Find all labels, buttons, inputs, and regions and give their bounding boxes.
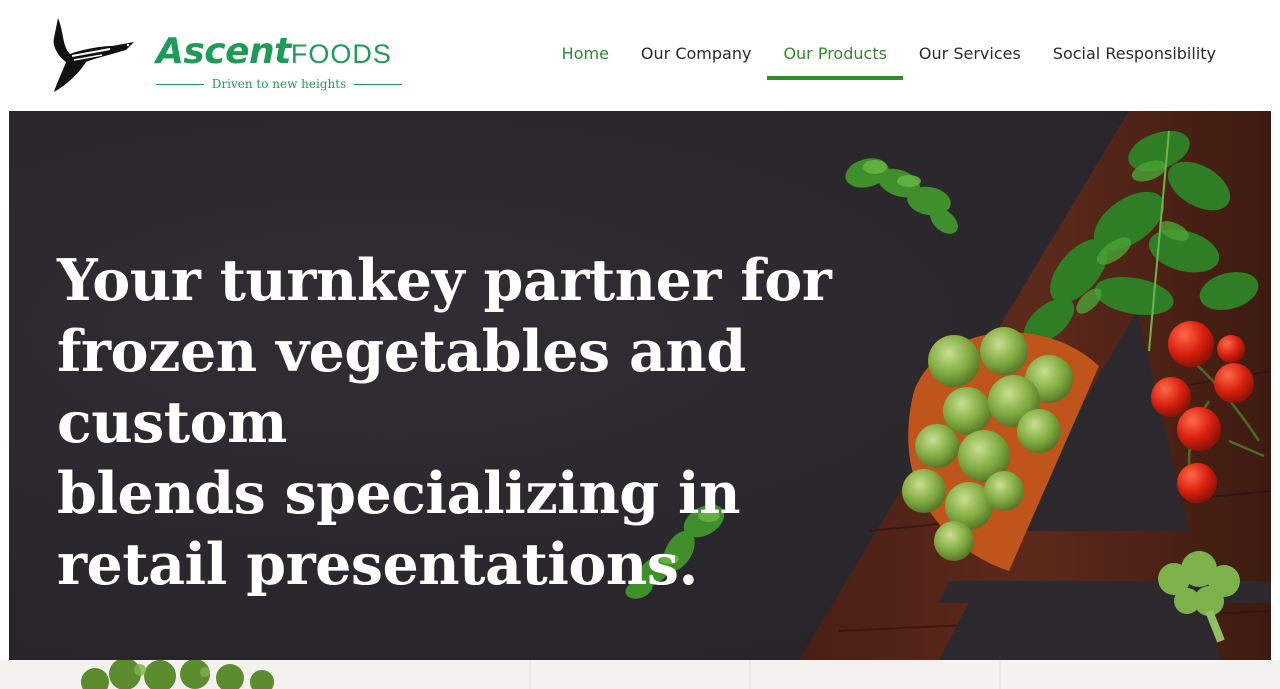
logo-tagline-row: Driven to new heights bbox=[156, 76, 402, 92]
hero-headline-line: Your turnkey partner for bbox=[57, 247, 832, 314]
hero-headline-line: retail presentations. bbox=[57, 531, 698, 598]
logo-tagline: Driven to new heights bbox=[211, 77, 347, 91]
hero-headline: Your turnkey partner for frozen vegetabl… bbox=[57, 245, 897, 600]
next-section-preview bbox=[0, 660, 1280, 689]
hero-headline-line: frozen vegetables and custom bbox=[57, 318, 746, 456]
nav-item-our-company[interactable]: Our Company bbox=[625, 34, 768, 80]
nav-item-our-services[interactable]: Our Services bbox=[903, 34, 1037, 80]
brand-logo[interactable]: AscentFOODS Driven to new heights bbox=[50, 16, 410, 96]
main-nav: Home Our Company Our Products Our Servic… bbox=[546, 34, 1232, 80]
logo-name-secondary: FOODS bbox=[290, 39, 392, 69]
logo-name-primary: Ascent bbox=[156, 31, 291, 72]
site-header: AscentFOODS Driven to new heights Home O… bbox=[0, 0, 1280, 110]
bird-icon bbox=[53, 18, 135, 92]
nav-item-our-products[interactable]: Our Products bbox=[767, 34, 904, 80]
divider bbox=[156, 83, 204, 85]
nav-item-social-responsibility[interactable]: Social Responsibility bbox=[1037, 34, 1232, 80]
hero-banner: Your turnkey partner for frozen vegetabl… bbox=[9, 111, 1271, 660]
broccoli-icon bbox=[81, 660, 1001, 689]
parsley-icon bbox=[845, 158, 958, 234]
nav-item-home[interactable]: Home bbox=[546, 34, 625, 80]
hero-headline-line: blends specializing in bbox=[57, 460, 741, 527]
divider bbox=[354, 83, 402, 85]
logo-wordmark: AscentFOODS bbox=[156, 34, 392, 70]
